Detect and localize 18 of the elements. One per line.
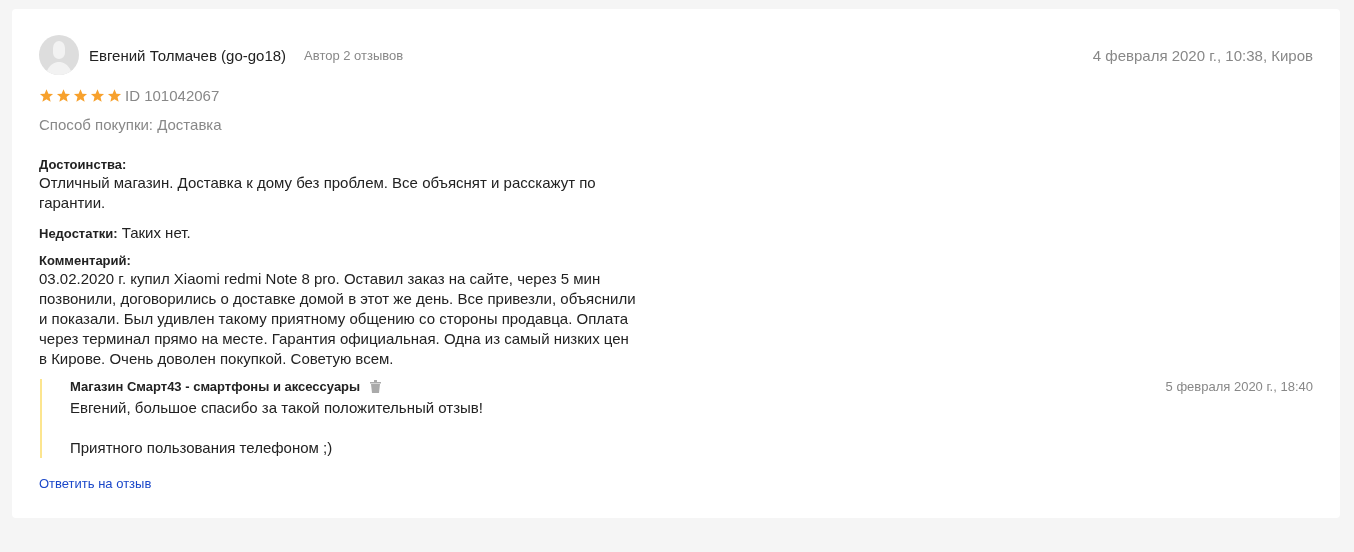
section-text: Таких нет. [121, 224, 191, 241]
reply-text: Евгений, большое спасибо за такой положительный отзыв! [70, 398, 484, 418]
review-id: ID 101042067 [125, 87, 220, 104]
avatar-icon [39, 35, 79, 75]
section-label: Недостатки: [39, 226, 118, 241]
section-text: Отличный магазин. Доставка к дому без проблем. Все объяснят и расскажут по гарантии. [39, 174, 596, 211]
purchase-method: Способ покупки: Доставка [39, 116, 223, 133]
reply-date: 5 февраля 2020 г., 18:40 [1165, 379, 1313, 394]
section-text: 03.02.2020 г. купил Xiaomi redmi Note 8 pro. Оставил заказ на сайте, через 5 мин позвонили, договорились о доставке домой в этот же день. Все привезли, объяснили и показали. Был удивлен такому приятному общению со стороны продавца. Оплата через терминал прямо на месте. Гарантия официальная. Одна из самый низких цен в Кирове. Очень доволен покупкой. Советую всем. [39, 270, 636, 367]
reply-text: Приятного пользования телефоном ;) [70, 438, 334, 458]
review-date: 4 февраля 2020 г., 10:38, Киров [1092, 46, 1313, 64]
trash-icon[interactable] [370, 380, 382, 393]
reply-link[interactable]: Ответить на отзыв [39, 476, 152, 491]
reply-author: Магазин Смарт43 - смартфоны и аксессуары [70, 379, 361, 394]
section-label: Достоинства: [39, 157, 128, 173]
author-review-count: Автор 2 отзывов [304, 47, 404, 63]
section-label: Комментарий: [39, 253, 132, 269]
author-name: Евгений Толмачев (go-go18) [89, 46, 287, 64]
